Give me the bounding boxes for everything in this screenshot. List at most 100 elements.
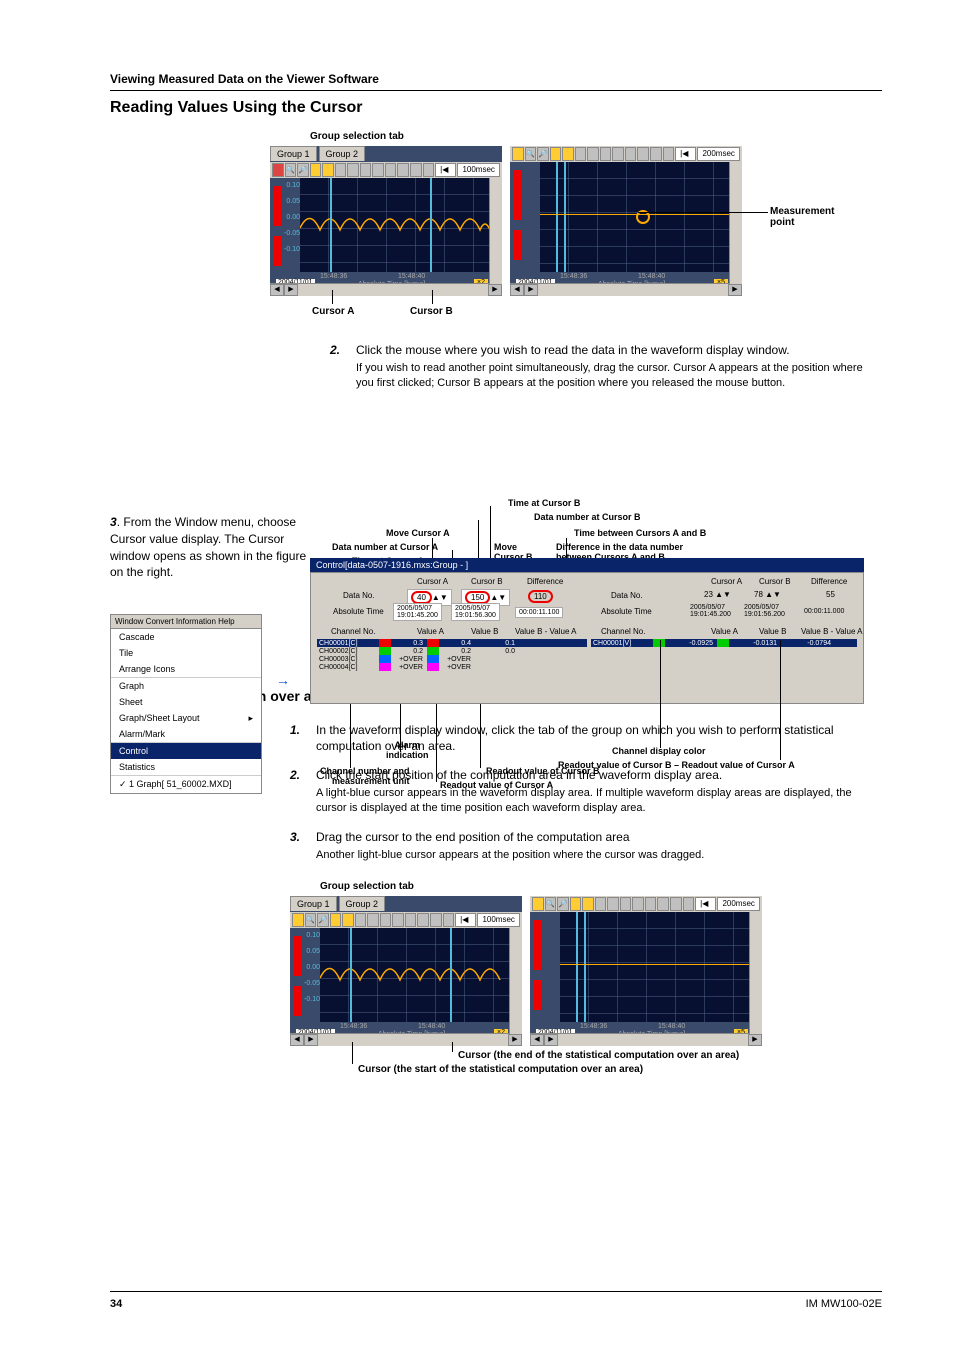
menu-item-graph[interactable]: Graph	[111, 678, 261, 694]
menu-item-open-graph[interactable]: ✓ 1 Graph[ 51_60002.MXD]	[111, 776, 261, 793]
toolbar-icon[interactable]	[600, 147, 612, 161]
scrollbar-v[interactable]	[489, 178, 502, 284]
zoom-in-icon[interactable]: 🔍	[545, 897, 557, 911]
toolbar-icon[interactable]	[620, 897, 632, 911]
menu-item-control[interactable]: Control	[111, 743, 261, 759]
scrollbar-v[interactable]	[509, 928, 522, 1034]
scroll-right-icon[interactable]: ▶	[728, 284, 742, 296]
toolbar-icon[interactable]	[650, 147, 662, 161]
scroll-right-icon[interactable]: ▶	[488, 284, 502, 296]
graph-area[interactable]	[560, 912, 750, 1022]
toolbar-icon[interactable]	[405, 913, 417, 927]
toolbar-icon[interactable]	[410, 163, 422, 177]
toolbar-icon[interactable]	[385, 163, 397, 177]
toolbar-icon[interactable]	[645, 897, 657, 911]
toolbar-icon[interactable]	[683, 897, 695, 911]
scroll-right-icon[interactable]: ▶	[524, 284, 538, 296]
arrow-controls[interactable]: |◀ ▶	[455, 913, 476, 927]
scrollbar-v[interactable]	[749, 912, 762, 1034]
toolbar-icon[interactable]	[335, 163, 347, 177]
graph-area[interactable]	[540, 162, 730, 272]
stat-cursor-end[interactable]	[584, 912, 586, 1022]
toolbar-icon[interactable]	[657, 897, 669, 911]
zoom-out-icon[interactable]: 🔎	[297, 163, 309, 177]
toolbar-icon[interactable]	[625, 147, 637, 161]
zoom-out-icon[interactable]: 🔎	[557, 897, 569, 911]
menu-item-arrange[interactable]: Arrange Icons	[111, 661, 261, 677]
scrollbar-h[interactable]: ◀▶▶	[510, 283, 742, 296]
zoom-out-icon[interactable]: 🔎	[317, 913, 329, 927]
mode-icon[interactable]	[512, 147, 524, 161]
toolbar-icon[interactable]	[663, 147, 675, 161]
toolbar-icon[interactable]	[310, 163, 322, 177]
scroll-right-icon[interactable]: ▶	[284, 284, 298, 296]
stat-cursor-start[interactable]	[576, 912, 578, 1022]
menu-item-sheet[interactable]: Sheet	[111, 694, 261, 710]
arrow-controls[interactable]: |◀ ▶	[695, 897, 716, 911]
toolbar-icon[interactable]	[392, 913, 404, 927]
zoom-in-icon[interactable]: 🔍	[525, 147, 537, 161]
toolbar-icon[interactable]	[342, 913, 354, 927]
leader-line	[480, 704, 481, 768]
toolbar-icon[interactable]	[372, 163, 384, 177]
menu-item-tile[interactable]: Tile	[111, 645, 261, 661]
toolbar-icon[interactable]	[632, 897, 644, 911]
toolbar-icon[interactable]	[570, 897, 582, 911]
toolbar-icon[interactable]	[607, 897, 619, 911]
tab-group1[interactable]: Group 1	[270, 146, 317, 161]
toolbar-icon[interactable]	[562, 147, 574, 161]
stat-cursor-start[interactable]	[350, 928, 352, 1022]
toolbar-icon[interactable]	[595, 897, 607, 911]
toolbar-icon[interactable]	[355, 913, 367, 927]
toolbar-icon[interactable]	[360, 163, 372, 177]
toolbar-icon[interactable]	[367, 913, 379, 927]
menu-item-cascade[interactable]: Cascade	[111, 629, 261, 645]
toolbar-icon[interactable]	[612, 147, 624, 161]
toolbar-icon[interactable]	[587, 147, 599, 161]
graph-area[interactable]	[300, 178, 490, 272]
menu-bar[interactable]: Window Convert Information Help	[111, 615, 261, 629]
menu-item-statistics[interactable]: Statistics	[111, 759, 261, 775]
cursor-a-line[interactable]	[556, 162, 558, 272]
graph-area[interactable]	[320, 928, 510, 1022]
toolbar-icon[interactable]	[550, 147, 562, 161]
arrow-controls[interactable]: |◀ ▶	[435, 163, 456, 177]
mode-icon[interactable]	[272, 163, 284, 177]
col-value-b: Value B	[471, 627, 498, 636]
toolbar-icon[interactable]	[330, 913, 342, 927]
scrollbar-h[interactable]: ◀▶▶	[530, 1033, 762, 1046]
stat-cursor-end[interactable]	[450, 928, 452, 1022]
scrollbar-v[interactable]	[729, 162, 742, 284]
val-data-no-d2: 55	[823, 589, 838, 600]
cursor-b-line[interactable]	[430, 178, 432, 272]
mode-icon[interactable]	[292, 913, 304, 927]
toolbar-icon[interactable]	[322, 163, 334, 177]
scroll-left-icon[interactable]: ◀	[510, 284, 524, 296]
toolbar-icon[interactable]	[443, 913, 455, 927]
scrollbar-h[interactable]: ◀▶▶	[290, 1033, 522, 1046]
zoom-in-icon[interactable]: 🔍	[285, 163, 297, 177]
toolbar-icon[interactable]	[430, 913, 442, 927]
toolbar-icon[interactable]	[397, 163, 409, 177]
mode-icon[interactable]	[532, 897, 544, 911]
zoom-out-icon[interactable]: 🔎	[537, 147, 549, 161]
arrow-controls[interactable]: |◀ ▶	[675, 147, 696, 161]
tab-group2[interactable]: Group 2	[339, 896, 386, 911]
toolbar-icon[interactable]	[582, 897, 594, 911]
scroll-left-icon[interactable]: ◀	[270, 284, 284, 296]
toolbar-icon[interactable]	[380, 913, 392, 927]
toolbar-icon[interactable]	[670, 897, 682, 911]
toolbar-icon[interactable]	[423, 163, 435, 177]
zoom-in-icon[interactable]: 🔍	[305, 913, 317, 927]
toolbar-icon[interactable]	[417, 913, 429, 927]
cursor-b-line[interactable]	[564, 162, 566, 272]
menu-item-alarm[interactable]: Alarm/Mark	[111, 726, 261, 742]
toolbar-icon[interactable]	[575, 147, 587, 161]
tab-group1[interactable]: Group 1	[290, 896, 337, 911]
tab-group2[interactable]: Group 2	[319, 146, 366, 161]
menu-item-layout[interactable]: Graph/Sheet Layout▸	[111, 710, 261, 726]
scrollbar-h[interactable]: ◀▶▶	[270, 283, 502, 296]
toolbar-icon[interactable]	[347, 163, 359, 177]
toolbar-icon[interactable]	[637, 147, 649, 161]
cursor-a-line[interactable]	[330, 178, 332, 272]
